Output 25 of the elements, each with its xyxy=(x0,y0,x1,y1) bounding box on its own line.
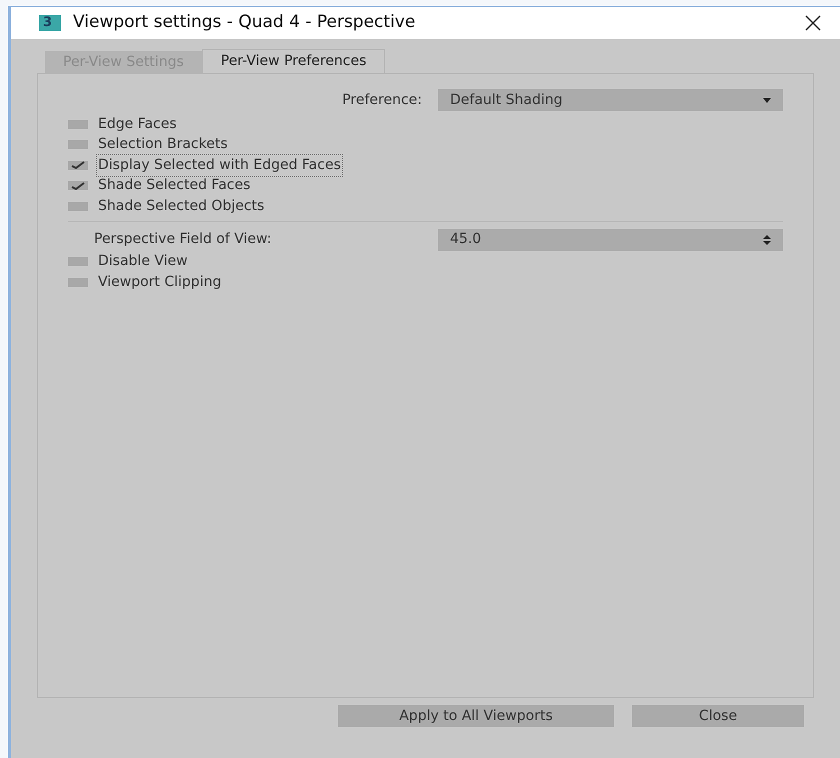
dropdown-arrow-icon xyxy=(763,98,771,102)
checkbox-label: Selection Brackets xyxy=(97,135,229,154)
preference-dropdown[interactable]: Default Shading xyxy=(438,89,783,111)
checkbox-label: Display Selected with Edged Faces xyxy=(96,154,343,177)
checkbox[interactable] xyxy=(68,120,88,129)
checkbox-label: Shade Selected Objects xyxy=(97,196,266,216)
spinner-arrows-icon xyxy=(763,234,771,244)
checkbox[interactable] xyxy=(68,257,88,266)
checkbox-label: Viewport Clipping xyxy=(97,272,222,292)
checkbox-label: Disable View xyxy=(97,252,189,272)
apply-button[interactable]: Apply to All Viewports xyxy=(338,705,614,727)
close-button[interactable]: Close xyxy=(632,705,804,727)
checkbox[interactable] xyxy=(68,140,88,150)
checkbox-label: Edge Faces xyxy=(97,114,178,134)
preference-label: Preference: xyxy=(341,90,423,110)
app-logo: 3 xyxy=(39,15,61,31)
field-of-view-label: Perspective Field of View: xyxy=(93,230,272,249)
checkbox[interactable] xyxy=(68,160,88,170)
checkbox[interactable] xyxy=(68,202,88,211)
field-of-view-spinner[interactable]: 45.0 xyxy=(438,228,783,250)
window-title: Viewport settings - Quad 4 - Perspective xyxy=(73,11,416,34)
tab[interactable]: Per-View Preferences xyxy=(202,49,386,73)
checkbox[interactable] xyxy=(68,278,88,287)
checkbox[interactable] xyxy=(68,181,88,190)
checkbox-label: Shade Selected Faces xyxy=(97,176,252,196)
